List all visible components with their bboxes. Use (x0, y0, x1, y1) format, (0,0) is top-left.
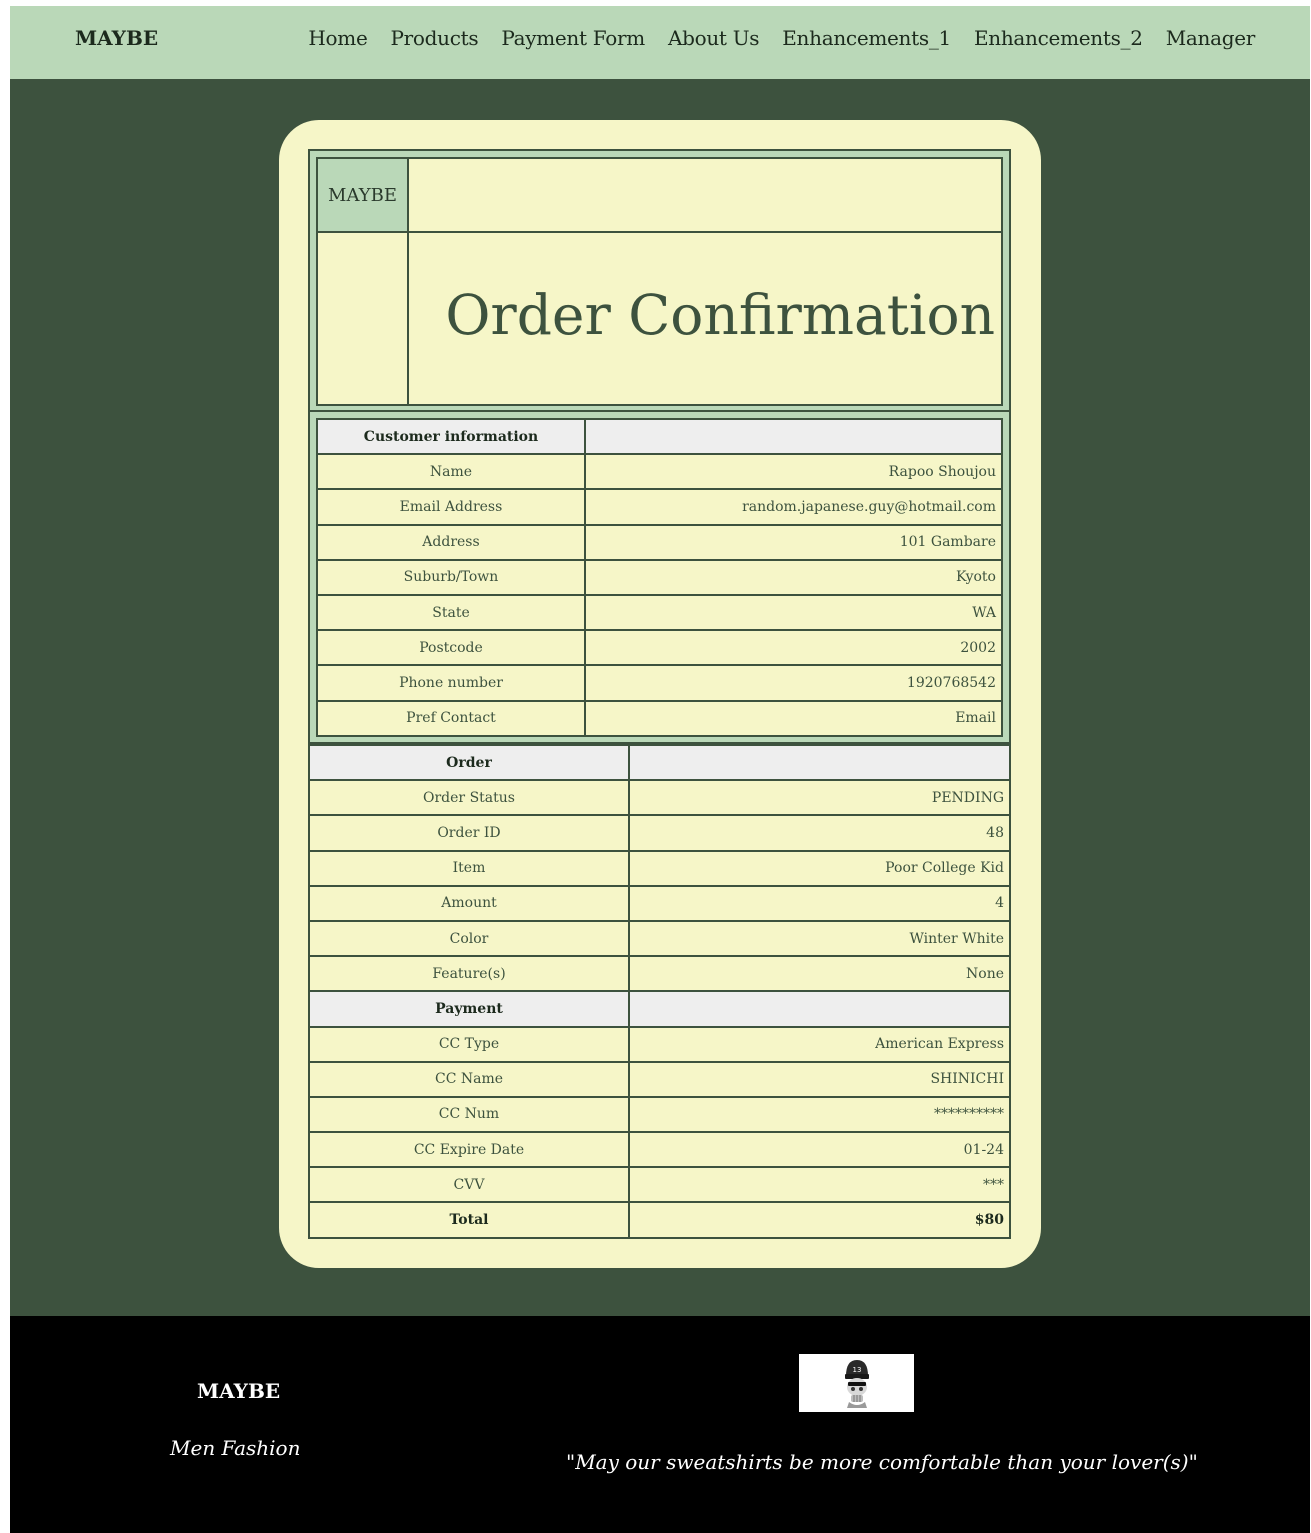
row-label: Color (308, 919, 630, 958)
payment-header-empty (628, 990, 1011, 1028)
table-row: State WA (316, 593, 1003, 632)
row-value: None (628, 955, 1011, 993)
table-row: Postcode 2002 (316, 629, 1003, 667)
row-value: Poor College Kid (628, 849, 1011, 887)
total-value: $80 (628, 1201, 1011, 1239)
row-label: Email Address (316, 488, 586, 526)
row-label: Phone number (316, 664, 586, 702)
row-label: Amount (308, 884, 630, 922)
row-label: Feature(s) (308, 955, 630, 993)
table-row: CVV *** (308, 1166, 1011, 1204)
page: MAYBE Home Products Payment Form About U… (10, 6, 1310, 1533)
row-label: Item (308, 849, 630, 887)
order-payment-table: Order Order Status PENDING Order ID 48 I… (308, 743, 1011, 1239)
row-value: PENDING (628, 779, 1011, 817)
svg-text:13: 13 (852, 1366, 861, 1374)
order-header: Order (308, 743, 630, 782)
row-value: 4 (628, 884, 1011, 922)
payment-header: Payment (308, 990, 630, 1028)
nav-link-home[interactable]: Home (308, 26, 367, 50)
row-value: 2002 (584, 629, 1003, 667)
row-value: 48 (628, 814, 1011, 852)
table-row: Order Status PENDING (308, 779, 1011, 817)
table-row: Email Address random.japanese.guy@hotmai… (316, 488, 1003, 526)
card-header: MAYBE Order Confirmation (308, 149, 1011, 412)
row-label: Suburb/Town (316, 558, 586, 596)
brand-logo[interactable]: MAYBE (75, 26, 158, 50)
row-value: ********** (628, 1095, 1011, 1134)
confirmation-card: MAYBE Order Confirmation Customer inform… (279, 120, 1041, 1268)
customer-header-empty (584, 417, 1003, 456)
row-value: American Express (628, 1025, 1011, 1063)
card-header-top-cell (409, 157, 1003, 233)
row-value: random.japanese.guy@hotmail.com (584, 488, 1003, 526)
table-header-row: Order (308, 743, 1011, 782)
table-row: Pref Contact Email (316, 699, 1003, 737)
footer-logo: 13 (799, 1354, 914, 1412)
row-value: 1920768542 (584, 664, 1003, 702)
row-label: Postcode (316, 629, 586, 667)
table-row: CC Num ********** (308, 1095, 1011, 1134)
top-nav: MAYBE Home Products Payment Form About U… (10, 6, 1310, 79)
table-row: Amount 4 (308, 884, 1011, 922)
row-label: CC Type (308, 1025, 630, 1063)
row-value: WA (584, 593, 1003, 632)
page-title: Order Confirmation (445, 283, 995, 347)
table-row: CC Expire Date 01-24 (308, 1131, 1011, 1169)
table-row: Color Winter White (308, 919, 1011, 958)
footer-quote: "May our sweatshirts be more comfortable… (566, 1450, 1198, 1474)
row-label: CC Expire Date (308, 1131, 630, 1169)
nav-link-about-us[interactable]: About Us (668, 26, 760, 50)
row-value: *** (628, 1166, 1011, 1204)
table-row: Phone number 1920768542 (316, 664, 1003, 702)
row-value: Rapoo Shoujou (584, 453, 1003, 491)
customer-info-section: Customer information Name Rapoo Shoujou … (308, 412, 1011, 744)
row-label: Pref Contact (316, 699, 586, 737)
row-label: Name (316, 453, 586, 491)
customer-info-table: Customer information Name Rapoo Shoujou … (316, 417, 1003, 737)
row-label: CVV (308, 1166, 630, 1204)
footer-tagline: Men Fashion (170, 1436, 301, 1460)
table-row: Order ID 48 (308, 814, 1011, 852)
nav-link-enhancements-2[interactable]: Enhancements_2 (974, 26, 1143, 50)
table-row: Item Poor College Kid (308, 849, 1011, 887)
main-content: MAYBE Order Confirmation Customer inform… (10, 79, 1310, 1316)
card-header-left-cell (316, 233, 409, 406)
card-title-cell: Order Confirmation (409, 233, 1003, 406)
customer-header: Customer information (316, 417, 586, 456)
card-logo: MAYBE (316, 157, 409, 233)
row-value: 01-24 (628, 1131, 1011, 1169)
row-label: Order Status (308, 779, 630, 817)
table-row: CC Type American Express (308, 1025, 1011, 1063)
row-label: State (316, 593, 586, 632)
total-row: Total $80 (308, 1201, 1011, 1239)
nav-link-enhancements-1[interactable]: Enhancements_1 (782, 26, 951, 50)
row-label: Address (316, 523, 586, 561)
row-label: Order ID (308, 814, 630, 852)
table-row: CC Name SHINICHI (308, 1060, 1011, 1098)
nav-link-payment-form[interactable]: Payment Form (501, 26, 645, 50)
nav-links: Home Products Payment Form About Us Enha… (285, 26, 1255, 50)
row-value: SHINICHI (628, 1060, 1011, 1098)
table-row: Name Rapoo Shoujou (316, 453, 1003, 491)
row-value: Email (584, 699, 1003, 737)
total-label: Total (308, 1201, 630, 1239)
row-label: CC Num (308, 1095, 630, 1134)
row-value: 101 Gambare (584, 523, 1003, 561)
row-value: Kyoto (584, 558, 1003, 596)
table-row: Suburb/Town Kyoto (316, 558, 1003, 596)
table-header-row: Payment (308, 990, 1011, 1028)
table-row: Address 101 Gambare (316, 523, 1003, 561)
order-header-empty (628, 743, 1011, 782)
row-value: Winter White (628, 919, 1011, 958)
table-header-row: Customer information (316, 417, 1003, 456)
nav-link-manager[interactable]: Manager (1166, 26, 1256, 50)
skull-beanie-icon: 13 (844, 1360, 869, 1408)
table-row: Feature(s) None (308, 955, 1011, 993)
footer-brand: MAYBE (197, 1379, 281, 1403)
footer: MAYBE Men Fashion 13 "May our sweatshirt… (10, 1316, 1310, 1533)
nav-link-products[interactable]: Products (390, 26, 478, 50)
row-label: CC Name (308, 1060, 630, 1098)
